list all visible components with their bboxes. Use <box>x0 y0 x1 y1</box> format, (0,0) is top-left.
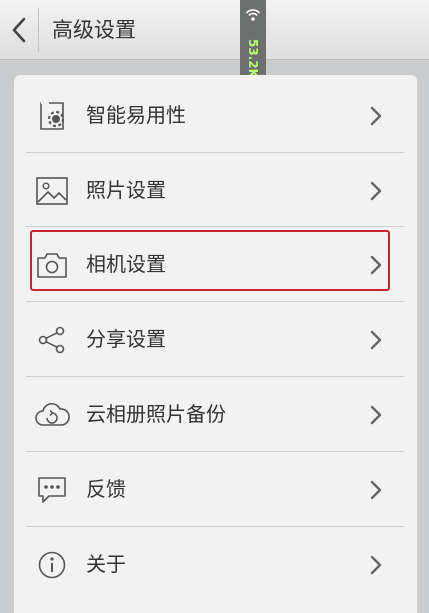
chevron-right-icon <box>370 555 382 574</box>
share-icon <box>34 322 70 358</box>
menu-item-cloud-backup[interactable]: 云相册照片备份 <box>14 377 417 452</box>
app-header: 高级设置 <box>0 0 429 60</box>
menu-item-photo-settings[interactable]: 照片设置 <box>14 153 417 228</box>
chevron-left-icon <box>12 17 26 43</box>
smart-gear-icon <box>34 98 70 134</box>
menu-item-label: 关于 <box>86 552 126 576</box>
back-button[interactable] <box>0 0 38 60</box>
page-title: 高级设置 <box>52 18 136 42</box>
menu-item-label: 相机设置 <box>86 252 166 276</box>
menu-item-smart-usability[interactable]: 智能易用性 <box>14 78 417 153</box>
feedback-icon <box>34 472 70 508</box>
menu-item-label: 智能易用性 <box>86 103 186 127</box>
menu-item-label: 照片设置 <box>86 178 166 202</box>
chevron-right-icon <box>370 405 382 424</box>
menu-item-camera-settings[interactable]: 相机设置 <box>14 227 417 302</box>
cloud-upload-icon <box>34 397 70 433</box>
menu-item-label: 分享设置 <box>86 327 166 351</box>
chevron-right-icon <box>370 255 382 274</box>
menu-item-feedback[interactable]: 反馈 <box>14 452 417 527</box>
chevron-right-icon <box>370 181 382 200</box>
chevron-right-icon <box>370 330 382 349</box>
menu-item-share-settings[interactable]: 分享设置 <box>14 302 417 377</box>
chevron-right-icon <box>370 480 382 499</box>
menu-item-about[interactable]: 关于 <box>14 527 417 602</box>
menu-item-label: 云相册照片备份 <box>86 402 226 426</box>
info-icon <box>34 547 70 583</box>
wifi-signal-icon <box>245 9 261 21</box>
settings-menu: 智能易用性 照片设置 相机设置 分享设置 云相册照片备份 反馈 关于 <box>14 75 417 613</box>
header-divider <box>38 8 39 52</box>
camera-icon <box>34 247 70 283</box>
menu-item-label: 反馈 <box>86 477 126 501</box>
photo-icon <box>34 173 70 209</box>
chevron-right-icon <box>370 106 382 125</box>
